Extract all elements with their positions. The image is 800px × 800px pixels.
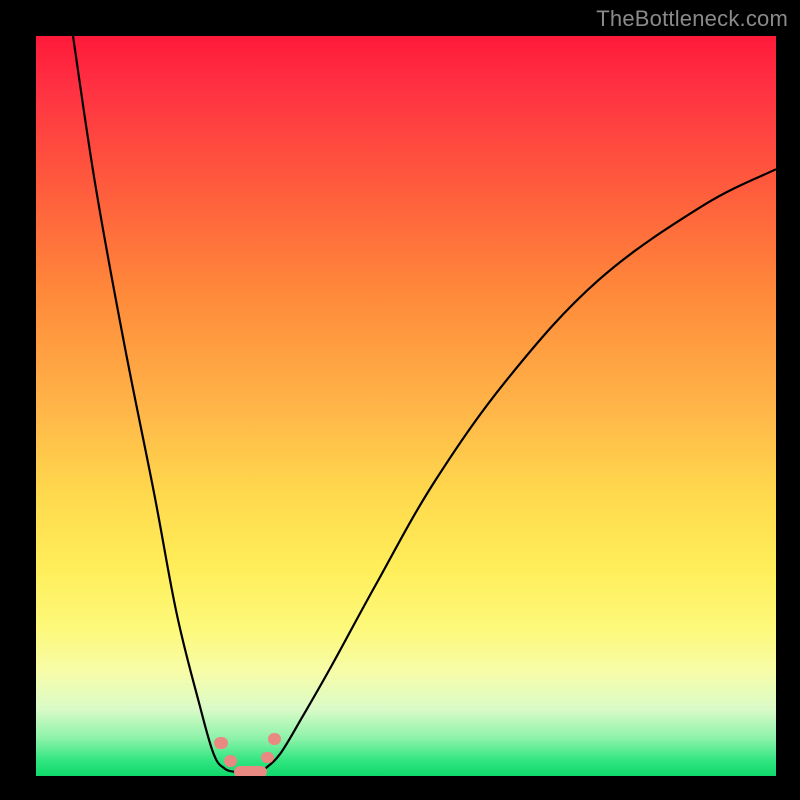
marker-left-upper [214, 737, 227, 749]
left-curve [73, 36, 243, 776]
marker-right-upper [268, 733, 281, 745]
right-curve [258, 169, 776, 776]
marker-bottom-bar [234, 766, 267, 776]
curves-layer [36, 36, 776, 776]
chart-frame: TheBottleneck.com [0, 0, 800, 800]
plot-area [36, 36, 776, 776]
watermark-text: TheBottleneck.com [596, 6, 788, 32]
